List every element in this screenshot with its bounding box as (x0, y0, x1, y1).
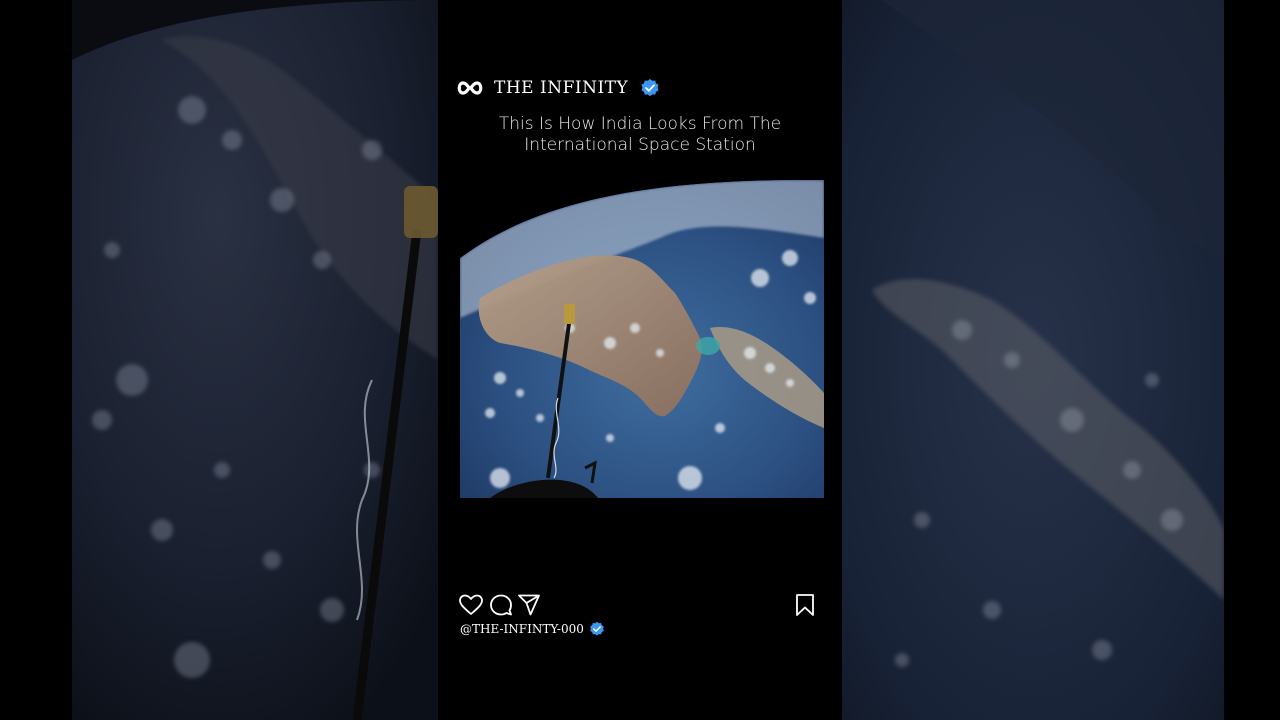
left-blurred-backdrop (72, 0, 438, 720)
right-blurred-backdrop (842, 0, 1224, 720)
post-card: THE INFINITY This Is How India Looks Fro… (438, 0, 842, 720)
send-icon[interactable] (516, 592, 542, 618)
caption-line-2: International Space Station (524, 135, 756, 155)
account-handle[interactable]: @THE-INFINTY-000 (460, 622, 584, 636)
earth-from-iss-image[interactable] (460, 178, 824, 498)
account-name[interactable]: THE INFINITY (494, 78, 628, 98)
post-actions-bar (458, 592, 820, 618)
infinity-icon (457, 81, 483, 95)
verified-badge-icon (641, 79, 659, 97)
comment-icon[interactable] (488, 592, 514, 618)
bookmark-icon[interactable] (792, 592, 818, 618)
post-caption: This Is How India Looks From The Interna… (478, 114, 802, 156)
heart-icon[interactable] (458, 592, 484, 618)
post-handle-row: @THE-INFINTY-000 (460, 621, 605, 637)
video-frame: THE INFINITY This Is How India Looks Fro… (0, 0, 1280, 720)
verified-badge-icon (590, 621, 604, 636)
caption-line-1: This Is How India Looks From The (498, 114, 782, 134)
post-header: THE INFINITY (456, 74, 660, 102)
